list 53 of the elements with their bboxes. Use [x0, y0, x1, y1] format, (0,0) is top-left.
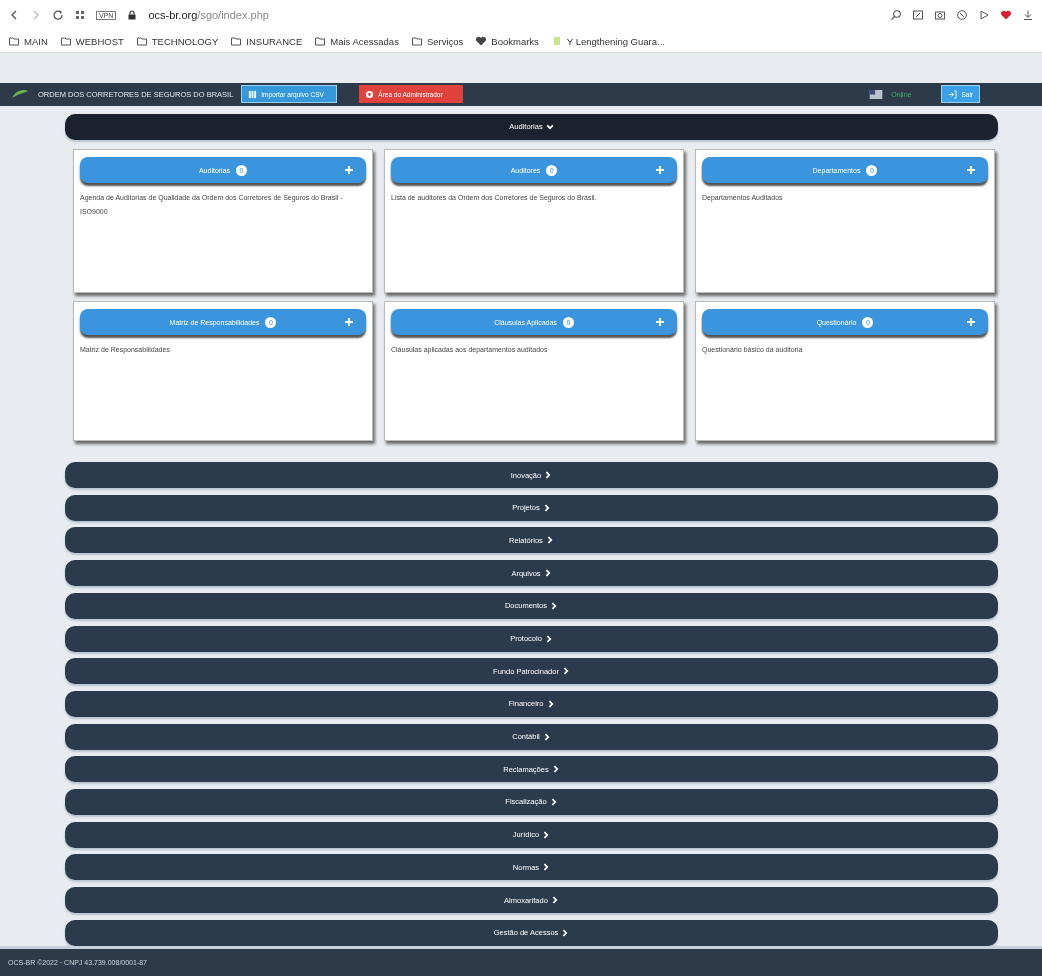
chevron-right-icon	[550, 601, 559, 610]
chevron-right-icon	[545, 536, 554, 545]
bookmark-link[interactable]: MAIN	[24, 35, 48, 47]
add-icon[interactable]	[655, 317, 665, 328]
folder-icon	[8, 35, 20, 47]
add-icon[interactable]	[655, 165, 665, 176]
folder-icon	[410, 35, 423, 47]
heart-icon[interactable]	[1000, 9, 1012, 21]
search-icon[interactable]	[890, 9, 902, 21]
bookmark-link[interactable]: Serviços	[426, 35, 464, 47]
folder-icon	[59, 35, 72, 47]
add-icon[interactable]	[344, 165, 354, 176]
columns-icon	[248, 89, 258, 99]
address-bar[interactable]: ocs-br.org/sgo/index.php	[148, 9, 269, 21]
bookmark-link[interactable]: INSURANCE	[246, 35, 303, 47]
gear-icon	[365, 89, 375, 99]
grid-icon[interactable]	[74, 9, 86, 21]
play-icon[interactable]	[978, 9, 990, 21]
chevron-right-icon	[546, 699, 555, 708]
flag-icon	[869, 89, 884, 99]
add-icon[interactable]	[966, 165, 976, 176]
bookmark-link[interactable]: Bookmarks	[491, 35, 539, 47]
folder-icon	[314, 35, 327, 47]
leaf-logo-icon	[10, 88, 30, 101]
download-icon[interactable]	[1022, 9, 1034, 21]
chevron-right-icon	[543, 569, 552, 578]
chevron-right-icon	[549, 798, 558, 806]
chevron-right-icon	[544, 634, 553, 643]
chevron-right-icon	[544, 471, 553, 480]
chevron-right-icon	[561, 667, 570, 676]
block-icon[interactable]	[956, 9, 968, 21]
chevron-right-icon	[561, 928, 570, 937]
chevron-right-icon	[542, 503, 551, 512]
chevron-right-icon	[542, 830, 551, 839]
bookmark-link[interactable]: TECHNOLOGY	[151, 35, 219, 47]
chevron-down-icon	[545, 122, 554, 131]
camera-icon[interactable]	[934, 9, 946, 21]
bookmark-link[interactable]: Y Lengthening Guara...	[566, 35, 665, 47]
folder-icon	[135, 35, 148, 47]
folder-icon	[230, 35, 243, 47]
exit-icon	[948, 89, 958, 99]
bookmark-link[interactable]: WEBHOST	[75, 35, 124, 47]
lock-icon	[126, 9, 139, 21]
share-icon[interactable]	[912, 9, 924, 21]
reload-icon[interactable]	[52, 9, 64, 21]
add-icon[interactable]	[344, 317, 354, 328]
heart-icon	[475, 35, 488, 47]
add-icon[interactable]	[966, 317, 976, 328]
chevron-right-icon	[550, 896, 559, 905]
chevron-right-icon	[542, 863, 551, 872]
chevron-right-icon	[542, 732, 551, 741]
bookmark-link[interactable]: Mais Acessadas	[330, 35, 399, 47]
chevron-right-icon	[551, 765, 560, 774]
